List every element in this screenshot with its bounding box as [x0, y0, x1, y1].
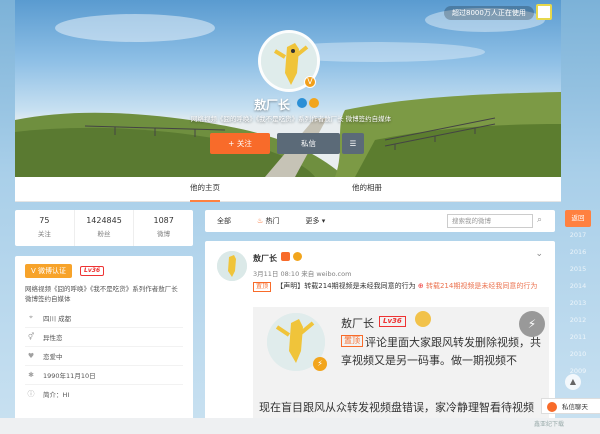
birthday-icon: ✱	[28, 371, 34, 379]
info-text: 恋爱中	[43, 353, 63, 361]
left-column: 75 关注 1424845 粉丝 1087 微博 V 微博认证 Lv36 网络视…	[15, 210, 193, 434]
pinned-tag: 置顶	[253, 282, 272, 292]
vip-icon	[309, 98, 319, 108]
post-declare: 【声明】转载214期视频是未经我同意的行为	[276, 282, 416, 290]
post-repost-link[interactable]: 转载214期视频是未经我同意的行为	[426, 282, 537, 290]
filter-hot-label: 热门	[265, 217, 280, 225]
info-row-relationship: ♥ 恋爱中	[25, 346, 183, 365]
avatar-figure-icon	[217, 251, 247, 281]
info-row-birthday: ✱ 1990年11月10日	[25, 365, 183, 384]
stat-label: 关注	[37, 230, 51, 238]
flash-icon[interactable]: ⚡	[519, 311, 545, 337]
verify-icon: V	[31, 267, 36, 275]
watermark: 鑫亚纪下载	[534, 421, 565, 428]
stats-card: 75 关注 1424845 粉丝 1087 微博	[15, 210, 193, 246]
fire-icon: ♨	[257, 217, 264, 225]
bottom-bar	[0, 418, 600, 434]
info-text: 四川 成都	[43, 314, 72, 323]
timeline-year[interactable]: 2011	[565, 329, 591, 346]
main-column: 全部 ♨ 热门 更多 ▾ 搜索我的微博 ⌕ 敖厂长 3月11日 08:10 来自…	[205, 210, 555, 434]
media-pinned-tag: 置顶	[341, 335, 363, 347]
feed-post: 敖厂长 3月11日 08:10 来自 weibo.com ⌄ 置顶 【声明】转载…	[205, 241, 555, 434]
media-level-badge: Lv36	[379, 316, 406, 327]
more-menu-button[interactable]: ☰	[342, 133, 364, 154]
info-row-intro: ⓘ 简介：HI	[25, 384, 183, 403]
feed-filter-bar: 全部 ♨ 热门 更多 ▾ 搜索我的微博 ⌕	[205, 210, 555, 232]
name-icons	[297, 98, 319, 108]
link-icon: ⊕	[417, 282, 424, 290]
stat-following[interactable]: 75 关注	[15, 210, 75, 246]
stat-posts[interactable]: 1087 微博	[134, 210, 193, 246]
info-list: ⌖ 四川 成都 ⚥ 异性恋 ♥ 恋爱中 ✱ 1990年11月10日 ⓘ 简介：H…	[25, 308, 183, 403]
chevron-down-icon: ▾	[321, 217, 326, 225]
search-icon[interactable]: ⌕	[537, 215, 549, 227]
info-text: 1990年11月10日	[43, 372, 96, 380]
verify-text: 网络视频《囧的呼唤》《我不是吃货》系列作者敖厂长 微博签约自媒体	[25, 285, 178, 303]
profile-description: 网络视频《囧的呼唤》《我不是吃货》系列作者敖厂长 微博签约自媒体	[190, 115, 392, 123]
verified-badge-icon: V	[304, 76, 316, 88]
media-author: 敖厂长	[341, 317, 374, 330]
search-input[interactable]: 搜索我的微博	[447, 214, 533, 228]
gender-icon	[297, 98, 307, 108]
post-author[interactable]: 敖厂长	[253, 253, 277, 264]
timeline-year[interactable]: 2013	[565, 295, 591, 312]
filter-more[interactable]: 更多 ▾	[306, 216, 326, 226]
timeline-recent[interactable]: 返回	[565, 210, 591, 227]
menu-icon: ☰	[349, 139, 357, 148]
tab-album[interactable]: 他的相册	[352, 177, 382, 202]
location-icon: ⌖	[29, 313, 33, 321]
post-avatar[interactable]	[217, 251, 247, 281]
info-text: 异性恋	[43, 334, 63, 342]
level-badge: Lv36	[80, 266, 105, 276]
lightning-icon: ⚡	[313, 357, 327, 371]
stat-value: 1087	[153, 216, 174, 225]
chevron-down-icon[interactable]: ⌄	[535, 249, 543, 259]
info-text: 简介：HI	[43, 391, 70, 399]
filter-more-label: 更多	[305, 217, 320, 225]
post-author-badges	[281, 252, 302, 261]
skin-icon[interactable]	[536, 4, 552, 20]
info-row-location: ⌖ 四川 成都	[25, 308, 183, 327]
intro-icon: ⓘ	[27, 390, 35, 398]
crown-icon	[415, 311, 431, 327]
info-row-orientation: ⚥ 异性恋	[25, 327, 183, 346]
info-card: V 微博认证 Lv36 网络视频《囧的呼唤》《我不是吃货》系列作者敖厂长 微博签…	[15, 256, 193, 434]
year-timeline: 返回 2017 2016 2015 2014 2013 2012 2011 20…	[565, 210, 591, 380]
follow-button[interactable]: + 关注	[210, 133, 270, 154]
timeline-year[interactable]: 2014	[565, 278, 591, 295]
verify-label: 微博认证	[38, 267, 67, 275]
chat-icon	[547, 402, 557, 412]
profile-nav: 他的主页 他的相册	[15, 177, 561, 202]
verify-badge[interactable]: V 微博认证	[25, 264, 73, 278]
stat-value: 75	[39, 216, 50, 225]
back-to-top-button[interactable]: ▲	[565, 374, 581, 390]
tab-home[interactable]: 他的主页	[190, 177, 220, 202]
gender-icon: ⚥	[27, 333, 35, 341]
post-text: 置顶 【声明】转载214期视频是未经我同意的行为 ⊕ 转载214期视频是未经我同…	[253, 280, 549, 292]
stat-value: 1424845	[86, 216, 122, 225]
info-badges: V 微博认证 Lv36	[25, 264, 183, 278]
verified-icon	[281, 252, 290, 261]
vip-icon	[293, 252, 302, 261]
timeline-year[interactable]: 2016	[565, 244, 591, 261]
message-button[interactable]: 私信	[277, 133, 340, 154]
timeline-year[interactable]: 2010	[565, 346, 591, 363]
timeline-year[interactable]: 2015	[565, 261, 591, 278]
filter-all[interactable]: 全部	[217, 216, 231, 226]
private-message-bar[interactable]: 私信聊天	[541, 398, 600, 414]
post-media[interactable]: ⚡ 敖厂长 Lv36 评论里面大家跟风转发删除视频，共享视频又是另一码事。做一期…	[253, 307, 549, 434]
post-timestamp[interactable]: 3月11日 08:10 来自 weibo.com	[253, 268, 351, 278]
heart-icon: ♥	[27, 352, 35, 360]
private-message-label: 私信聊天	[562, 403, 588, 411]
media-text: 评论里面大家跟风转发删除视频，共享视频又是另一码事。做一期视频不	[341, 336, 541, 367]
stat-label: 微博	[157, 230, 171, 238]
timeline-year[interactable]: 2012	[565, 312, 591, 329]
user-count-badge: 超过8000万人正在使用	[444, 6, 534, 20]
timeline-year[interactable]: 2017	[565, 227, 591, 244]
filter-hot[interactable]: ♨ 热门	[257, 216, 280, 226]
stat-label: 粉丝	[97, 230, 111, 238]
arrow-up-icon: ▲	[569, 377, 577, 386]
stat-followers[interactable]: 1424845 粉丝	[75, 210, 135, 246]
profile-name: 敖厂长	[254, 98, 291, 112]
